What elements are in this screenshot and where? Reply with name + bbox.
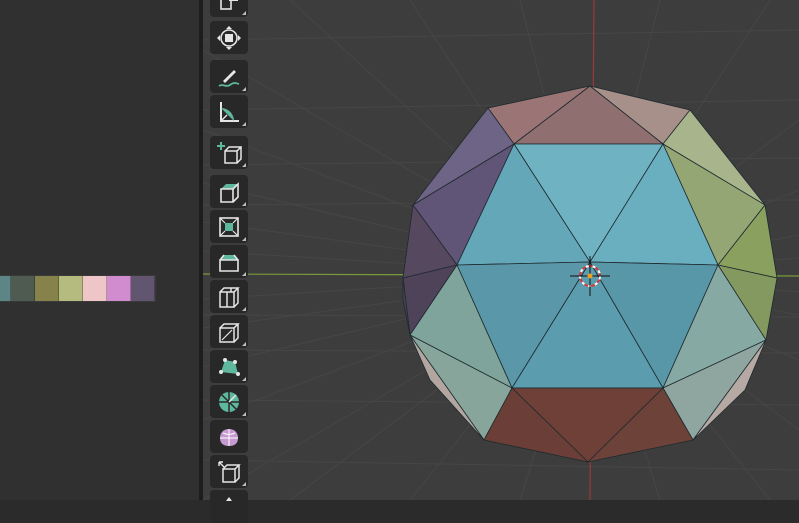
smooth-tool-button[interactable] xyxy=(210,420,248,453)
annotate-tool-button[interactable] xyxy=(210,60,248,93)
tool-shelf xyxy=(208,0,250,523)
transform-icon xyxy=(217,25,241,50)
edge-slide-icon xyxy=(218,460,241,483)
spin-tool-button[interactable] xyxy=(210,385,248,418)
scale-icon xyxy=(220,0,238,10)
scale-tool-button[interactable] xyxy=(210,0,248,17)
bevel-icon xyxy=(219,254,239,272)
extrude-region-tool-button[interactable] xyxy=(210,175,248,208)
palette-swatch-4[interactable] xyxy=(59,276,83,301)
smooth-icon xyxy=(220,428,238,446)
edge-slide-tool-button[interactable] xyxy=(210,455,248,488)
palette-swatch-6[interactable] xyxy=(107,276,131,301)
palette-swatch-3[interactable] xyxy=(35,276,59,301)
shrink-fatten-icon xyxy=(226,496,232,501)
palette-swatch-7[interactable] xyxy=(131,276,155,301)
transform-tool-button[interactable] xyxy=(210,21,248,54)
poly-build-icon xyxy=(219,357,240,376)
inset-icon xyxy=(219,216,239,237)
3d-viewport[interactable] xyxy=(203,0,799,500)
knife-tool-button[interactable] xyxy=(210,315,248,348)
measure-icon xyxy=(220,101,239,122)
palette-swatch-2[interactable] xyxy=(11,276,35,301)
color-palette[interactable] xyxy=(0,275,156,302)
shrink-fatten-tool-button[interactable] xyxy=(210,490,248,523)
add-cube-tool-button[interactable] xyxy=(210,136,248,169)
loop-cut-icon xyxy=(219,286,240,308)
loop-cut-tool-button[interactable] xyxy=(210,280,248,313)
inset-faces-tool-button[interactable] xyxy=(210,210,248,243)
knife-icon xyxy=(219,322,240,343)
measure-tool-button[interactable] xyxy=(210,95,248,128)
palette-swatch-5[interactable] xyxy=(83,276,107,301)
properties-panel xyxy=(0,0,199,500)
spin-icon xyxy=(219,391,239,412)
poly-build-tool-button[interactable] xyxy=(210,350,248,383)
viewport-scene xyxy=(203,0,799,500)
extrude-icon xyxy=(220,181,239,203)
bevel-tool-button[interactable] xyxy=(210,245,248,278)
add-cube-icon xyxy=(217,141,242,164)
annotate-icon xyxy=(218,69,240,87)
palette-swatch-1[interactable] xyxy=(0,276,11,301)
